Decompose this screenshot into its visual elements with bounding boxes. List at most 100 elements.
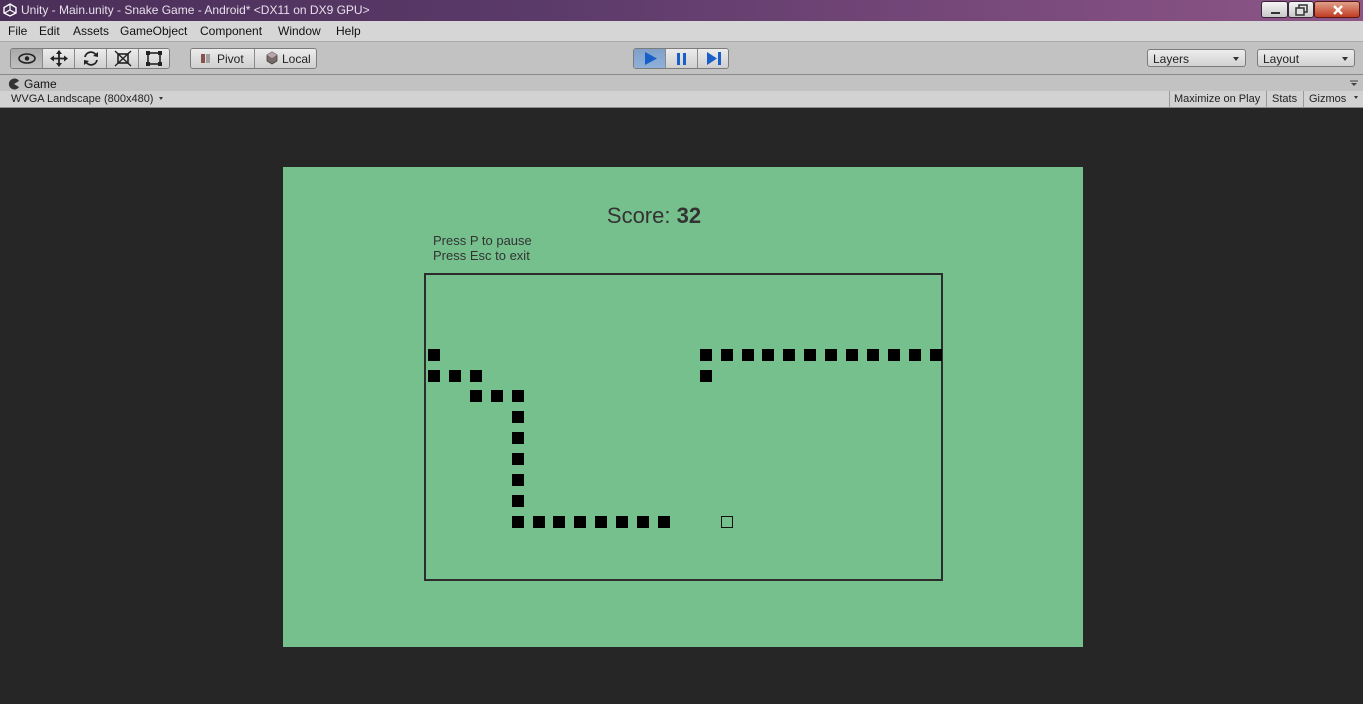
- snake-segment: [909, 349, 921, 361]
- snake-segment: [512, 390, 524, 402]
- pause-button[interactable]: [666, 49, 698, 68]
- minimize-button[interactable]: [1261, 1, 1288, 18]
- pivot-icon: [201, 54, 210, 63]
- snake-segment: [888, 349, 900, 361]
- main-toolbar: Pivot Local Layers Layout: [0, 42, 1363, 75]
- unity-logo-icon: [3, 3, 17, 17]
- snake-segment: [930, 349, 942, 361]
- pivot-local-group: Pivot Local: [190, 48, 317, 69]
- snake-segment: [553, 516, 565, 528]
- menu-gameobject[interactable]: GameObject: [120, 24, 187, 38]
- snake-segment: [491, 390, 503, 402]
- snake-segment: [783, 349, 795, 361]
- play-button[interactable]: [634, 49, 666, 68]
- close-icon: [1333, 5, 1343, 15]
- rect-tool-icon: [146, 51, 162, 66]
- menu-file[interactable]: File: [8, 24, 27, 38]
- playback-controls: [633, 48, 729, 69]
- tab-game-label: Game: [24, 77, 57, 91]
- minimize-icon: [1271, 12, 1280, 14]
- rotate-icon: [84, 51, 98, 66]
- local-toggle-button[interactable]: Local: [255, 49, 316, 68]
- local-cube-icon: [266, 51, 278, 65]
- game-panel-tab-row: Game: [0, 75, 1363, 91]
- play-icon: [645, 52, 657, 65]
- maximize-on-play-label: Maximize on Play: [1174, 93, 1261, 105]
- tab-game[interactable]: Game: [5, 76, 75, 91]
- help-text: Press P to pause Press Esc to exit: [433, 233, 532, 263]
- food-pellet: [721, 516, 733, 528]
- snake-segment: [533, 516, 545, 528]
- chevron-down-icon: [1342, 57, 1348, 61]
- transform-tools: [10, 48, 170, 69]
- maximize-on-play-toggle[interactable]: Maximize on Play: [1169, 91, 1266, 107]
- pacman-icon: [8, 78, 19, 90]
- snake-segment: [867, 349, 879, 361]
- menu-window[interactable]: Window: [278, 24, 321, 38]
- rect-tool-button[interactable]: [139, 49, 169, 68]
- step-button[interactable]: [698, 49, 728, 68]
- snake-segment: [762, 349, 774, 361]
- game-board: [424, 273, 943, 581]
- panel-menu-icon[interactable]: [1350, 80, 1358, 86]
- snake-segment: [574, 516, 586, 528]
- window-title: Unity - Main.unity - Snake Game - Androi…: [21, 3, 370, 17]
- snake-segment: [595, 516, 607, 528]
- move-arrows-icon: [50, 50, 68, 67]
- restore-icon: [1295, 4, 1308, 16]
- chevron-down-icon: [1233, 57, 1239, 61]
- snake-segment: [700, 349, 712, 361]
- menu-help[interactable]: Help: [336, 24, 361, 38]
- pivot-toggle-button[interactable]: Pivot: [191, 49, 255, 68]
- aspect-ratio-dropdown[interactable]: WVGA Landscape (800x480): [5, 92, 165, 107]
- snake-segment: [449, 370, 461, 382]
- snake-segment: [846, 349, 858, 361]
- rotate-tool-button[interactable]: [75, 49, 107, 68]
- aspect-ratio-label: WVGA Landscape (800x480): [11, 93, 154, 105]
- chevron-down-icon: [1354, 96, 1358, 99]
- eye-icon: [18, 53, 36, 64]
- snake-segment: [721, 349, 733, 361]
- snake-segment: [512, 474, 524, 486]
- game-screen: Score: 32 Press P to pause Press Esc to …: [283, 167, 1083, 647]
- exit-hint: Press Esc to exit: [433, 248, 530, 263]
- hand-tool-button[interactable]: [11, 49, 43, 68]
- game-view-toolbar: WVGA Landscape (800x480) Maximize on Pla…: [0, 91, 1363, 108]
- menu-bar: File Edit Assets GameObject Component Wi…: [0, 21, 1363, 42]
- layers-dropdown[interactable]: Layers: [1147, 49, 1246, 67]
- gizmos-dropdown[interactable]: Gizmos: [1303, 91, 1361, 107]
- chevron-down-icon: [159, 97, 163, 100]
- snake-segment: [470, 370, 482, 382]
- menu-assets[interactable]: Assets: [73, 24, 109, 38]
- snake-segment: [428, 370, 440, 382]
- snake-segment: [512, 453, 524, 465]
- score-label: Score:: [606, 203, 671, 228]
- layers-label: Layers: [1153, 52, 1190, 66]
- snake-segment: [512, 432, 524, 444]
- layout-label: Layout: [1263, 52, 1300, 66]
- stats-label: Stats: [1272, 93, 1298, 105]
- snake-segment: [825, 349, 837, 361]
- close-button[interactable]: [1314, 1, 1360, 18]
- snake-segment: [804, 349, 816, 361]
- step-icon: [707, 52, 721, 65]
- pause-icon: [677, 53, 686, 65]
- move-tool-button[interactable]: [43, 49, 75, 68]
- snake-segment: [700, 370, 712, 382]
- pause-hint: Press P to pause: [433, 233, 532, 248]
- snake-segment: [742, 349, 754, 361]
- menu-component[interactable]: Component: [200, 24, 262, 38]
- layout-dropdown[interactable]: Layout: [1257, 49, 1355, 67]
- snake-segment: [470, 390, 482, 402]
- window-title-bar: Unity - Main.unity - Snake Game - Androi…: [0, 0, 1363, 21]
- scale-tool-button[interactable]: [107, 49, 139, 68]
- snake-segment: [616, 516, 628, 528]
- menu-edit[interactable]: Edit: [39, 24, 60, 38]
- snake-segment: [512, 411, 524, 423]
- score-value: 32: [676, 203, 702, 228]
- score-display: Score: 32: [283, 203, 1025, 229]
- snake-segment: [512, 495, 524, 507]
- stats-toggle[interactable]: Stats: [1266, 91, 1303, 107]
- maximize-button[interactable]: [1288, 1, 1314, 18]
- snake-segment: [512, 516, 524, 528]
